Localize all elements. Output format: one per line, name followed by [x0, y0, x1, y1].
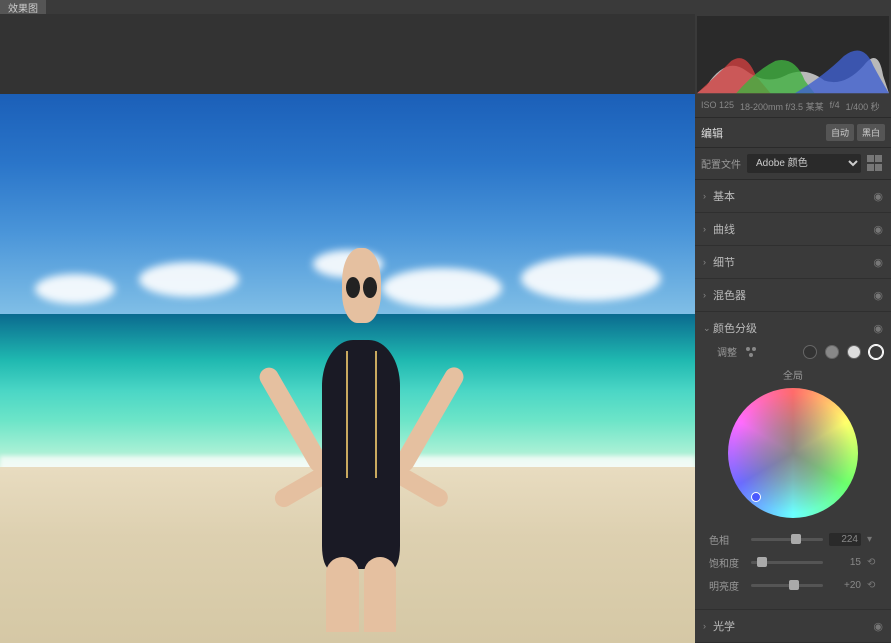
three-way-icon[interactable]: [745, 346, 757, 358]
panel-mixer-label: 混色器: [713, 287, 873, 303]
profile-browse-icon[interactable]: [867, 155, 885, 173]
chevron-right-icon: ›: [703, 257, 713, 267]
grading-section-label: 全局: [703, 367, 883, 382]
saturation-slider-row: 饱和度 15 ⟲: [703, 551, 883, 574]
chevron-right-icon: ›: [703, 290, 713, 300]
color-wheel-cursor[interactable]: [751, 492, 761, 502]
image-figure: [264, 215, 459, 632]
canvas-background: [0, 14, 695, 94]
dropdown-icon[interactable]: ▾: [867, 534, 877, 545]
histogram[interactable]: [697, 16, 889, 94]
global-tab[interactable]: [869, 345, 883, 359]
exif-iso: ISO 125: [701, 100, 734, 113]
profile-select[interactable]: Adobe 颜色: [747, 154, 861, 173]
panel-curve[interactable]: › 曲线 ◉: [695, 213, 891, 246]
midtones-tab[interactable]: [825, 345, 839, 359]
profile-row: 配置文件 Adobe 颜色: [695, 148, 891, 180]
color-wheel[interactable]: [728, 388, 858, 518]
hue-label: 色相: [709, 532, 745, 547]
grading-mode-row: 调整: [703, 344, 883, 359]
chevron-down-icon: ⌄: [703, 323, 713, 334]
visibility-icon[interactable]: ◉: [873, 620, 883, 633]
exif-aperture: f/4: [830, 100, 840, 113]
visibility-icon[interactable]: ◉: [873, 256, 883, 269]
panel-grading-label: 颜色分级: [713, 320, 873, 336]
panel-color-grading: ⌄ 颜色分级 ◉ 调整 全局 色相: [695, 312, 891, 610]
hue-value[interactable]: 224: [829, 533, 861, 546]
edit-title: 编辑: [701, 125, 823, 141]
visibility-icon[interactable]: ◉: [873, 190, 883, 203]
bw-button[interactable]: 黑白: [857, 124, 885, 141]
saturation-value[interactable]: 15: [829, 557, 861, 568]
panel-detail-label: 细节: [713, 254, 873, 270]
color-wheel-container: [703, 388, 883, 518]
exif-shutter: 1/400 秒: [846, 100, 880, 113]
panel-grading-header[interactable]: ⌄ 颜色分级 ◉: [703, 320, 883, 336]
panel-optics-label: 光学: [713, 618, 873, 634]
hue-slider-row: 色相 224 ▾: [703, 528, 883, 551]
hue-slider[interactable]: [751, 538, 823, 541]
profile-label: 配置文件: [701, 156, 741, 171]
panel-detail[interactable]: › 细节 ◉: [695, 246, 891, 279]
visibility-icon[interactable]: ◉: [873, 223, 883, 236]
right-sidebar: ISO 125 18-200mm f/3.5 某某 f/4 1/400 秒 编辑…: [695, 14, 891, 643]
saturation-slider[interactable]: [751, 561, 823, 564]
grading-mode-label: 调整: [717, 344, 737, 359]
panel-mixer[interactable]: › 混色器 ◉: [695, 279, 891, 312]
luminance-slider-row: 明亮度 +20 ⟲: [703, 574, 883, 597]
visibility-icon[interactable]: ◉: [873, 289, 883, 302]
document-tab[interactable]: 效果图: [0, 0, 46, 14]
edit-header: 编辑 自动 黑白: [695, 118, 891, 148]
panel-optics[interactable]: › 光学 ◉: [695, 610, 891, 643]
main-area: ISO 125 18-200mm f/3.5 某某 f/4 1/400 秒 编辑…: [0, 14, 891, 643]
chevron-right-icon: ›: [703, 224, 713, 234]
visibility-icon[interactable]: ◉: [873, 322, 883, 335]
chevron-right-icon: ›: [703, 621, 713, 631]
top-bar: 效果图: [0, 0, 891, 14]
exif-lens: 18-200mm f/3.5 某某: [740, 100, 824, 113]
luminance-value[interactable]: +20: [829, 580, 861, 591]
chevron-right-icon: ›: [703, 191, 713, 201]
luminance-slider[interactable]: [751, 584, 823, 587]
canvas-area: [0, 14, 695, 643]
reset-icon[interactable]: ⟲: [867, 557, 877, 568]
shadows-tab[interactable]: [803, 345, 817, 359]
saturation-label: 饱和度: [709, 555, 745, 570]
panel-curve-label: 曲线: [713, 221, 873, 237]
reset-icon[interactable]: ⟲: [867, 580, 877, 591]
panel-basic[interactable]: › 基本 ◉: [695, 180, 891, 213]
luminance-label: 明亮度: [709, 578, 745, 593]
panel-basic-label: 基本: [713, 188, 873, 204]
canvas-image[interactable]: [0, 94, 695, 643]
auto-button[interactable]: 自动: [826, 124, 854, 141]
highlights-tab[interactable]: [847, 345, 861, 359]
exif-info: ISO 125 18-200mm f/3.5 某某 f/4 1/400 秒: [695, 96, 891, 118]
